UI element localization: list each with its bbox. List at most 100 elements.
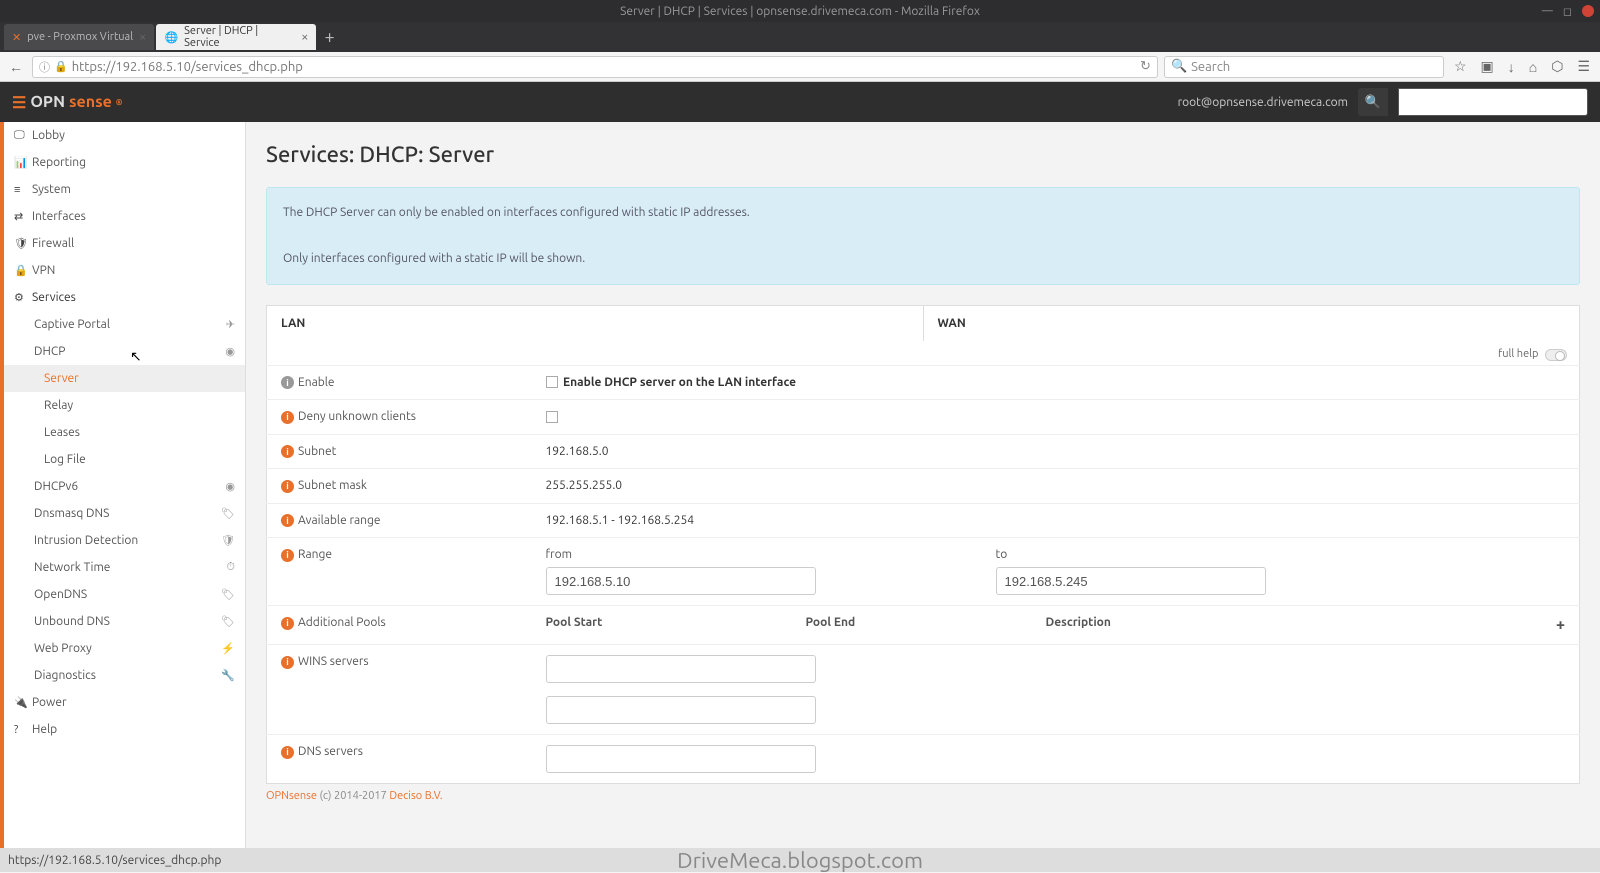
sidebar-item-dhcp-relay[interactable]: Relay	[4, 392, 245, 419]
info-icon[interactable]: i	[281, 656, 294, 669]
enable-checkbox[interactable]	[546, 376, 558, 388]
home-icon[interactable]: ⌂	[1525, 59, 1541, 75]
menu-icon[interactable]: ☰	[1573, 58, 1594, 75]
range-from-input[interactable]	[546, 567, 816, 595]
sidebar-item-system[interactable]: ≡System	[4, 176, 245, 203]
footer-brand-link[interactable]: OPNsense	[266, 790, 317, 802]
sidebar-item-opendns[interactable]: OpenDNS🏷	[4, 581, 245, 608]
tab-close-icon[interactable]: ×	[301, 30, 308, 44]
header-search-button[interactable]: 🔍	[1358, 88, 1388, 116]
info-icon[interactable]: i	[281, 746, 294, 759]
shield-icon: 🛡	[221, 534, 235, 547]
browser-toolbar: ← ⓘ 🔒 https://192.168.5.10/services_dhcp…	[0, 52, 1600, 82]
sidebar-item-dhcp-leases[interactable]: Leases	[4, 419, 245, 446]
range-from-label: from	[546, 548, 816, 561]
pool-end-header: Pool End	[806, 616, 1046, 634]
new-tab-button[interactable]: +	[318, 27, 340, 47]
wins-server-1-input[interactable]	[546, 655, 816, 683]
maximize-icon[interactable]: ◻	[1563, 5, 1572, 18]
sidebar-item-reporting[interactable]: 📊Reporting	[4, 149, 245, 176]
range-to-input[interactable]	[996, 567, 1266, 595]
sidebar-item-power[interactable]: 🔌Power	[4, 689, 245, 716]
row-label: DNS servers	[298, 745, 363, 758]
close-icon[interactable]	[1582, 5, 1594, 17]
minimize-icon[interactable]: —	[1542, 5, 1553, 18]
subnet-mask-value: 255.255.255.0	[546, 479, 623, 492]
pocket-icon[interactable]: ⬡	[1547, 58, 1567, 75]
sidebar-item-interfaces[interactable]: ⇄Interfaces	[4, 203, 245, 230]
reload-icon[interactable]: ↻	[1140, 59, 1151, 74]
opnsense-logo[interactable]: ☰ OPNsense ®	[12, 93, 122, 112]
sidebar-item-services[interactable]: ⚙Services	[4, 284, 245, 311]
sidebar-item-ntp[interactable]: Network Time⏱	[4, 554, 245, 581]
back-icon[interactable]: ←	[6, 59, 26, 75]
sidebar-item-dhcp-logfile[interactable]: Log File	[4, 446, 245, 473]
range-to-label: to	[996, 548, 1266, 561]
info-alert: The DHCP Server can only be enabled on i…	[266, 187, 1580, 285]
dns-server-1-input[interactable]	[546, 745, 816, 773]
sidebar-item-lobby[interactable]: 🖵Lobby	[4, 122, 245, 149]
browser-tab-proxmox[interactable]: ✕ pve - Proxmox Virtual ×	[4, 24, 154, 50]
sidebar-item-diagnostics[interactable]: Diagnostics🔧	[4, 662, 245, 689]
sidebar-item-dhcp[interactable]: DHCP◉	[4, 338, 245, 365]
sidebar-item-firewall[interactable]: 🛡Firewall	[4, 230, 245, 257]
search-icon: 🔍	[1171, 59, 1187, 74]
browser-tab-opnsense[interactable]: 🌐 Server | DHCP | Service ×	[156, 24, 316, 50]
row-label: WINS servers	[298, 655, 369, 668]
help-icon: ?	[14, 724, 32, 736]
info-icon[interactable]: i	[281, 514, 294, 527]
row-label: Subnet	[298, 445, 336, 458]
full-help-toggle[interactable]	[1545, 349, 1567, 361]
sidebar-item-captive-portal[interactable]: Captive Portal✈	[4, 311, 245, 338]
sidebar-item-dnsmasq[interactable]: Dnsmasq DNS🏷	[4, 500, 245, 527]
user-label[interactable]: root@opnsense.drivemeca.com	[1178, 96, 1348, 109]
pool-start-header: Pool Start	[546, 616, 806, 634]
tab-wan[interactable]: WAN	[923, 306, 1580, 341]
page-title: Services: DHCP: Server	[266, 142, 1580, 167]
browser-search-input[interactable]: 🔍 Search	[1164, 56, 1444, 78]
library-icon[interactable]: ▣	[1477, 58, 1498, 75]
header-search-input[interactable]	[1398, 88, 1588, 116]
row-label: Deny unknown clients	[298, 410, 416, 423]
alert-line: Only interfaces configured with a static…	[283, 248, 1563, 271]
tab-lan[interactable]: LAN	[267, 306, 923, 341]
sidebar-item-help[interactable]: ?Help	[4, 716, 245, 743]
sidebar-item-ids[interactable]: Intrusion Detection🛡	[4, 527, 245, 554]
footer-copyright: (c) 2014-2017	[317, 790, 389, 802]
info-icon[interactable]: i	[281, 411, 294, 424]
info-icon[interactable]: ⓘ	[39, 59, 50, 75]
deny-unknown-checkbox[interactable]	[546, 411, 558, 423]
bookmark-icon[interactable]: ☆	[1450, 58, 1471, 75]
sidebar-item-unbound[interactable]: Unbound DNS🏷	[4, 608, 245, 635]
logo-mark-icon: ☰	[12, 93, 26, 112]
tab-close-icon[interactable]: ×	[139, 30, 146, 44]
add-pool-button[interactable]: +	[1556, 616, 1565, 634]
tab-favicon-icon: 🌐	[164, 31, 178, 44]
downloads-icon[interactable]: ↓	[1504, 59, 1519, 75]
tab-favicon-icon: ✕	[12, 31, 21, 44]
footer-vendor-link[interactable]: Deciso B.V.	[389, 790, 442, 802]
tag-icon: 🏷	[221, 615, 235, 628]
url-text: https://192.168.5.10/services_dhcp.php	[72, 60, 303, 74]
full-help-label: full help	[1498, 348, 1538, 360]
sidebar-item-webproxy[interactable]: Web Proxy⚡	[4, 635, 245, 662]
tag-icon: 🏷	[221, 507, 235, 520]
info-icon[interactable]: i	[281, 376, 294, 389]
bullseye-icon: ◉	[225, 480, 235, 493]
info-icon[interactable]: i	[281, 617, 294, 630]
info-icon[interactable]: i	[281, 480, 294, 493]
url-input[interactable]: ⓘ 🔒 https://192.168.5.10/services_dhcp.p…	[32, 56, 1158, 78]
search-icon: 🔍	[1365, 95, 1381, 110]
sidebar-item-dhcpv6[interactable]: DHCPv6◉	[4, 473, 245, 500]
watermark-text: DriveMeca.blogspot.com	[0, 848, 1600, 873]
sidebar-item-vpn[interactable]: 🔒VPN	[4, 257, 245, 284]
tab-label: Server | DHCP | Service	[184, 25, 295, 49]
network-icon: ⇄	[14, 210, 32, 223]
pool-description-header: Description	[1046, 616, 1556, 634]
wins-server-2-input[interactable]	[546, 696, 816, 724]
browser-tabbar: ✕ pve - Proxmox Virtual × 🌐 Server | DHC…	[0, 22, 1600, 52]
info-icon[interactable]: i	[281, 445, 294, 458]
info-icon[interactable]: i	[281, 549, 294, 562]
dashboard-icon: ≡	[14, 184, 32, 196]
sidebar-item-dhcp-server[interactable]: Server	[0, 365, 245, 392]
